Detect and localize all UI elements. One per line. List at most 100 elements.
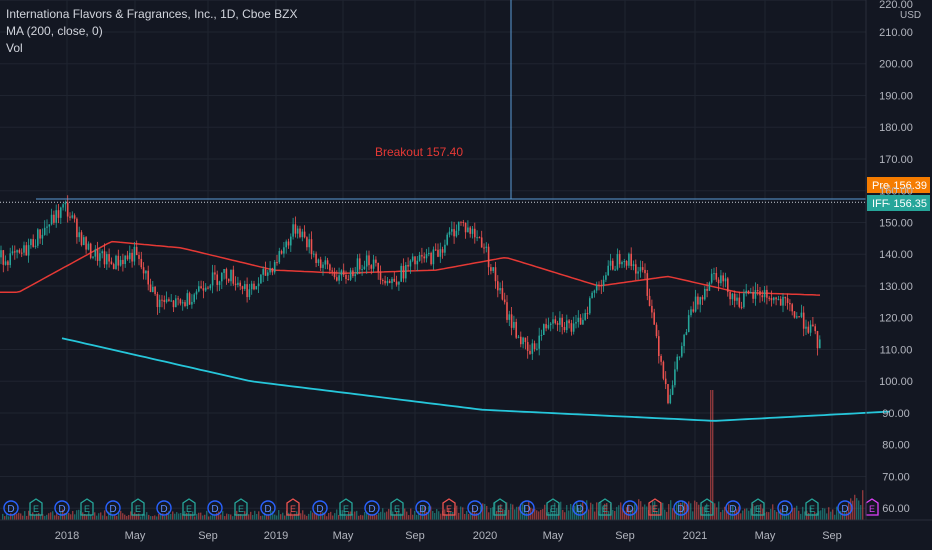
candle-body <box>607 265 609 276</box>
volume-bar <box>590 502 592 520</box>
candle-body <box>761 295 764 298</box>
volume-bar <box>406 511 408 520</box>
candle-body <box>50 214 53 225</box>
volume-bar <box>820 510 822 520</box>
candle-body <box>273 262 276 273</box>
dividend-marker-label: D <box>58 504 65 515</box>
volume-bar <box>132 515 134 520</box>
candle-body <box>676 356 678 370</box>
candle-body <box>428 252 430 255</box>
volume-bar <box>722 509 724 520</box>
candle-body <box>110 261 113 265</box>
candle-body <box>480 237 483 248</box>
volume-bar <box>12 515 14 520</box>
candle-body <box>386 280 389 284</box>
candle-body <box>310 239 313 255</box>
volume-bar <box>6 514 8 520</box>
volume-bar <box>456 505 458 520</box>
candle-body <box>106 254 108 265</box>
time-tick-label: May <box>755 530 776 542</box>
candle-body <box>423 256 425 259</box>
dividend-marker-label: D <box>471 504 478 515</box>
candle-body <box>786 298 789 303</box>
volume-bar <box>330 511 332 520</box>
candle-body <box>112 264 115 269</box>
candle-body <box>501 288 504 300</box>
volume-bar <box>292 515 294 520</box>
volume-bar <box>100 512 102 520</box>
volume-bar <box>152 516 154 520</box>
volume-bar <box>106 516 108 520</box>
volume-bar <box>716 507 718 520</box>
volume-bar <box>836 506 838 520</box>
candle-body <box>340 270 343 276</box>
candle-body <box>135 246 138 256</box>
candle-body <box>37 229 39 246</box>
candle-body <box>260 274 262 284</box>
ma-indicator-label[interactable]: MA (200, close, 0) <box>6 23 297 40</box>
dividend-marker-label: D <box>316 504 323 515</box>
volume-bar <box>274 514 276 520</box>
candle-body <box>198 286 200 292</box>
candle-body <box>508 314 511 320</box>
candle-body <box>27 245 30 256</box>
volume-bar <box>358 515 360 520</box>
time-tick-label: Sep <box>615 530 635 542</box>
candle-body <box>524 337 527 342</box>
candle-body <box>586 313 589 315</box>
candle-body <box>453 229 455 237</box>
volume-bar <box>512 504 514 520</box>
candle-body <box>138 255 140 259</box>
time-tick-label: Sep <box>405 530 425 542</box>
price-chart[interactable]: Breakout 157.40Pre- 156.39IFF- 156.35 DE… <box>0 0 932 550</box>
candle-body <box>687 315 690 333</box>
candle-body <box>400 265 402 282</box>
volume-bar <box>536 510 538 520</box>
candle-body <box>131 252 133 262</box>
candle-body <box>637 271 639 274</box>
candle-body <box>600 285 603 287</box>
symbol-title[interactable]: Internationa Flavors & Fragrances, Inc.,… <box>6 6 297 23</box>
candle-body <box>800 312 803 317</box>
candle-body <box>200 286 202 289</box>
volume-bar <box>592 504 594 520</box>
volume-bar <box>22 515 24 520</box>
candle-body <box>471 228 474 234</box>
volume-bar <box>194 516 196 520</box>
volume-bar <box>312 512 314 520</box>
candle-body <box>306 237 308 248</box>
candle-body <box>214 272 216 275</box>
volume-bar <box>544 504 546 520</box>
volume-bar <box>376 514 378 520</box>
candle-body <box>333 271 336 278</box>
candle-body <box>87 243 90 250</box>
price-tick-label: 190.00 <box>879 90 913 102</box>
candle-body <box>377 262 379 272</box>
volume-bar <box>370 515 372 520</box>
candle-body <box>313 253 315 255</box>
volume-bar <box>336 509 338 520</box>
candle-body <box>566 320 568 331</box>
volume-bar <box>824 508 826 520</box>
candle-body <box>4 261 7 265</box>
volume-bar <box>332 515 334 520</box>
earnings-marker-label: E <box>446 504 452 514</box>
volume-bar <box>164 515 166 520</box>
volume-bar <box>56 513 58 520</box>
volume-bar <box>148 514 150 520</box>
volume-bar <box>116 515 118 520</box>
candle-body <box>34 245 37 247</box>
candle-body <box>186 293 189 307</box>
volume-indicator-label[interactable]: Vol <box>6 40 297 57</box>
volume-bar <box>176 512 178 520</box>
candle-body <box>9 253 11 266</box>
candle-body <box>593 290 596 293</box>
volume-bar <box>16 513 18 520</box>
volume-bar <box>664 509 666 520</box>
volume-bar <box>48 513 50 520</box>
candle-body <box>57 210 60 218</box>
candle-body <box>646 273 649 296</box>
candle-body <box>591 292 593 299</box>
earnings-marker-label: E <box>869 504 875 514</box>
price-tick-label: 120.00 <box>879 313 913 325</box>
